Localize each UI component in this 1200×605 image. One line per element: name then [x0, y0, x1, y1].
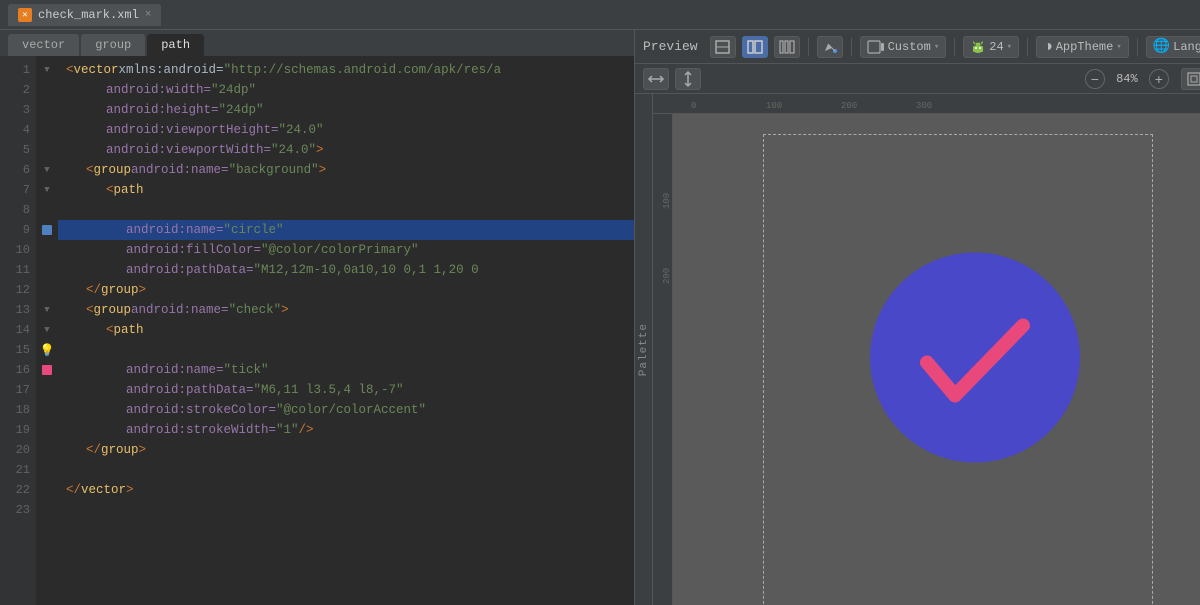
main-layout: vector group path 12345 678910 111213141…: [0, 30, 1200, 605]
code-content[interactable]: <vector xmlns:android="http://schemas.an…: [58, 56, 634, 605]
ruler-left-label-100: 100: [660, 134, 672, 209]
ruler-tick-container: 0 100 200 300: [653, 101, 991, 111]
preview-toolbar: Preview: [635, 30, 1200, 64]
preview-svg: [855, 237, 1095, 477]
code-line-20: </group>: [58, 440, 634, 460]
tab-vector[interactable]: vector: [8, 34, 79, 56]
fold-arrow-1[interactable]: ▼: [44, 65, 49, 75]
code-line-8: [58, 200, 634, 220]
canvas-inner: 100 200: [653, 114, 1200, 605]
file-icon: ✕: [18, 8, 32, 22]
code-line-17: android:pathData="M6,11 l3.5,4 l8,-7": [58, 380, 634, 400]
fold-arrow-4[interactable]: ▼: [44, 305, 49, 315]
code-line-3: android:height="24dp": [58, 100, 634, 120]
tabs-bar: vector group path: [0, 30, 634, 56]
code-line-11: android:pathData="M12,12m-10,0a10,10 0,1…: [58, 260, 634, 280]
code-line-15: [58, 340, 634, 360]
file-tab-label: check_mark.xml: [38, 8, 139, 22]
title-bar: ✕ check_mark.xml ×: [0, 0, 1200, 30]
tab-path[interactable]: path: [147, 34, 204, 56]
ruler-top: 0 100 200 300: [653, 94, 1200, 114]
ruler-left-ticks: 100 200: [653, 114, 672, 284]
tab-group[interactable]: group: [81, 34, 145, 56]
color-swatch-pink[interactable]: [42, 365, 52, 375]
theme-dropdown[interactable]: ◑ AppTheme ▾: [1036, 36, 1129, 58]
code-line-12: </group>: [58, 280, 634, 300]
tab-close-icon[interactable]: ×: [145, 9, 152, 21]
theme-arrow: ▾: [1116, 42, 1121, 52]
theme-icon: ◑: [1043, 38, 1053, 56]
code-line-7: <path: [58, 180, 634, 200]
paint-icon[interactable]: [817, 36, 843, 58]
code-line-6: <group android:name="background">: [58, 160, 634, 180]
code-line-5: android:viewportWidth="24.0">: [58, 140, 634, 160]
code-line-19: android:strokeWidth="1" />: [58, 420, 634, 440]
preview-canvas-wrap: Palette 0 100 200 300: [635, 94, 1200, 605]
code-editor: 12345 678910 1112131415 1617181920 21222…: [0, 56, 634, 605]
layout-icon-1[interactable]: [710, 36, 736, 58]
line-numbers: 12345 678910 1112131415 1617181920 21222…: [0, 56, 36, 605]
globe-icon: 🌐: [1153, 38, 1170, 55]
color-swatch-blue[interactable]: [42, 225, 52, 235]
lang-dropdown[interactable]: 🌐 Language: [1146, 36, 1200, 58]
code-line-16: android:name="tick": [58, 360, 634, 380]
canvas-bg[interactable]: //: [673, 114, 1200, 605]
ruler-label-100: 100: [766, 101, 841, 111]
lang-label: Language: [1173, 40, 1200, 54]
zoom-out-button[interactable]: −: [1085, 69, 1105, 89]
ruler-label-0: 0: [691, 101, 766, 111]
pan-horizontal-btn[interactable]: [643, 68, 669, 90]
ruler-label-200: 200: [841, 101, 916, 111]
fold-arrow-3[interactable]: ▼: [44, 185, 49, 195]
zoom-in-button[interactable]: +: [1149, 69, 1169, 89]
fold-arrow-5[interactable]: ▼: [44, 325, 49, 335]
gutter: ▼ ▼ ▼ ▼ ▼ 💡: [36, 56, 58, 605]
code-panel: vector group path 12345 678910 111213141…: [0, 30, 635, 605]
layout-icon-3[interactable]: [774, 36, 800, 58]
zoom-value: 84%: [1109, 72, 1145, 86]
ruler-label-300: 300: [916, 101, 991, 111]
code-line-9: android:name="circle": [58, 220, 634, 240]
code-line-14: <path: [58, 320, 634, 340]
device-label: Custom: [888, 40, 931, 54]
preview-graphic: [855, 237, 1095, 482]
ruler-left-label-200: 200: [660, 209, 672, 284]
separator-2: [851, 38, 852, 56]
palette-sidebar: Palette: [635, 94, 653, 605]
preview-title: Preview: [643, 39, 698, 54]
api-level: 24: [989, 40, 1003, 54]
fit-window-btn[interactable]: [1181, 68, 1200, 90]
device-dropdown[interactable]: Custom ▾: [860, 36, 947, 58]
layout-icon-2[interactable]: [742, 36, 768, 58]
code-line-23: [58, 500, 634, 520]
code-line-13: <group android:name="check">: [58, 300, 634, 320]
bulb-icon[interactable]: 💡: [40, 343, 55, 358]
fold-arrow-2[interactable]: ▼: [44, 165, 49, 175]
zoom-controls: − 84% +: [1085, 69, 1169, 89]
canvas-area: 0 100 200 300 100 200: [653, 94, 1200, 605]
code-line-18: android:strokeColor="@color/colorAccent": [58, 400, 634, 420]
code-line-2: android:width="24dp": [58, 80, 634, 100]
code-line-10: android:fillColor="@color/colorPrimary": [58, 240, 634, 260]
code-line-22: </vector>: [58, 480, 634, 500]
separator-4: [1027, 38, 1028, 56]
api-arrow: ▾: [1007, 42, 1012, 52]
separator-1: [808, 38, 809, 56]
theme-label: AppTheme: [1056, 40, 1114, 54]
preview-toolbar2: − 84% + ✋ 🔔: [635, 64, 1200, 94]
separator-5: [1137, 38, 1138, 56]
file-tab[interactable]: ✕ check_mark.xml ×: [8, 4, 161, 26]
api-dropdown[interactable]: 24 ▾: [963, 36, 1019, 58]
palette-label: Palette: [638, 323, 650, 376]
device-arrow: ▾: [934, 42, 939, 52]
preview-panel: Preview: [635, 30, 1200, 605]
separator-3: [954, 38, 955, 56]
pan-vertical-btn[interactable]: [675, 68, 701, 90]
code-line-1: <vector xmlns:android="http://schemas.an…: [58, 60, 634, 80]
code-line-21: [58, 460, 634, 480]
ruler-left: 100 200: [653, 114, 673, 605]
circle-element: [870, 252, 1080, 462]
code-line-4: android:viewportHeight="24.0": [58, 120, 634, 140]
